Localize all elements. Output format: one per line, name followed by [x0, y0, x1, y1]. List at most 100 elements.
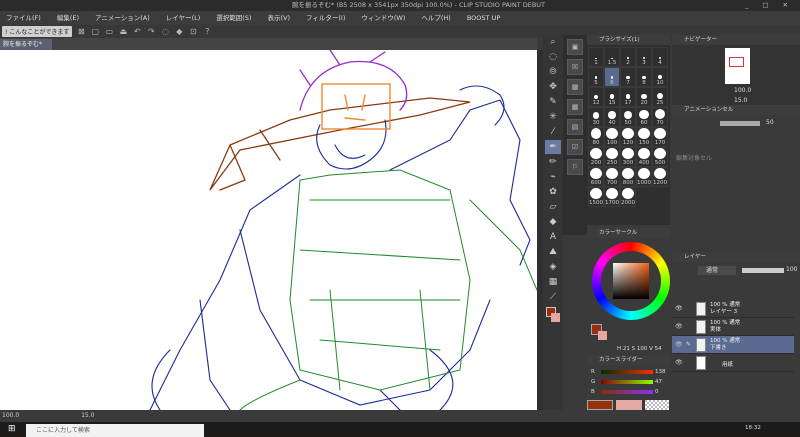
brush-size-option[interactable]: 150: [636, 127, 652, 147]
sub-color[interactable]: [598, 331, 607, 340]
main-color-chip[interactable]: [587, 400, 613, 410]
brush-size-option[interactable]: 25: [652, 87, 668, 107]
brush-size-option[interactable]: 2: [620, 47, 636, 67]
lasso-tool-icon[interactable]: ◌: [545, 50, 561, 64]
menu-boost-up[interactable]: BOOST UP: [467, 14, 500, 22]
menu-window[interactable]: ウィンドウ(W): [361, 14, 405, 22]
navigator-rotation[interactable]: 15.0: [734, 97, 747, 104]
subtool-icon[interactable]: ⚐: [567, 159, 583, 175]
brush-size-option[interactable]: 250: [604, 147, 620, 167]
sub-color-chip[interactable]: [616, 400, 642, 410]
eye-icon[interactable]: 👁: [675, 341, 683, 348]
navigator-zoom[interactable]: 100.0: [734, 87, 751, 94]
clip-studio-icon[interactable]: ⊠: [76, 27, 86, 36]
eraser-tool-icon[interactable]: ▱: [545, 200, 561, 214]
brush-size-option[interactable]: 15: [604, 87, 620, 107]
transparent-color-chip[interactable]: [645, 400, 669, 410]
blend-tool-icon[interactable]: ◆: [545, 215, 561, 229]
brush-size-option[interactable]: 700: [604, 167, 620, 187]
brush-size-option[interactable]: 600: [588, 167, 604, 187]
brush-size-option[interactable]: 3: [636, 47, 652, 67]
brush-size-option[interactable]: 500: [652, 147, 668, 167]
crop-icon[interactable]: ⊡: [188, 27, 198, 36]
brush-size-option[interactable]: 2000: [620, 187, 636, 207]
layer-row[interactable]: 👁 100 % 通常 レイヤー 3: [672, 300, 794, 318]
gradient-tool-icon[interactable]: ▦: [545, 275, 561, 289]
red-slider[interactable]: [601, 370, 653, 374]
brush-size-option[interactable]: 10: [652, 67, 668, 87]
brush-size-option[interactable]: 12: [588, 87, 604, 107]
line-tool-icon[interactable]: ⟋: [545, 290, 561, 304]
zoom-tool-icon[interactable]: ⌕: [545, 35, 561, 49]
hint-button[interactable]: ! こんなことができます: [2, 26, 73, 37]
menu-file[interactable]: ファイル(F): [6, 14, 41, 22]
status-zoom[interactable]: 100.0: [2, 412, 19, 419]
blue-value[interactable]: 0: [655, 387, 659, 397]
deselect-icon[interactable]: ◌: [160, 27, 170, 36]
magic-wand-icon[interactable]: ✳: [545, 110, 561, 124]
green-value[interactable]: 47: [655, 377, 662, 387]
fill-icon[interactable]: ◆: [174, 27, 184, 36]
redo-icon[interactable]: ↷: [146, 27, 156, 36]
brush-size-option[interactable]: 300: [620, 147, 636, 167]
brush-size-option[interactable]: 800: [620, 167, 636, 187]
brush-size-option[interactable]: 60: [636, 107, 652, 127]
tool-color-swatches[interactable]: [543, 305, 563, 327]
brush-size-option[interactable]: 1200: [652, 167, 668, 187]
brush-size-option[interactable]: 7: [620, 67, 636, 87]
brush-size-option[interactable]: 50: [620, 107, 636, 127]
windows-start-icon[interactable]: ⊞: [8, 424, 16, 434]
eye-icon[interactable]: 👁: [675, 323, 683, 330]
menu-edit[interactable]: 編集(E): [57, 14, 79, 22]
new-file-icon[interactable]: ▢: [90, 27, 100, 36]
help-icon[interactable]: ?: [202, 27, 212, 36]
window-controls[interactable]: _ □ ✕: [745, 0, 794, 11]
open-folder-icon[interactable]: ▭: [104, 27, 114, 36]
brush-size-option[interactable]: 170: [652, 127, 668, 147]
eyedropper-icon[interactable]: ⁄: [545, 125, 561, 139]
brush-size-option[interactable]: 4: [652, 47, 668, 67]
menu-animation[interactable]: アニメーション(A): [95, 14, 150, 22]
layer-row[interactable]: 👁 用紙: [672, 354, 794, 372]
taskbar-search[interactable]: ここに入力して検索: [26, 424, 204, 437]
subtool-icon[interactable]: ☑: [567, 139, 583, 155]
airbrush-tool-icon[interactable]: ✿: [545, 185, 561, 199]
brush-size-option[interactable]: 30: [588, 107, 604, 127]
drawing-canvas[interactable]: [0, 50, 537, 410]
brush-size-option[interactable]: 400: [636, 147, 652, 167]
figure-tool-icon[interactable]: ⛰: [545, 245, 561, 259]
brush-size-option[interactable]: 1: [588, 47, 604, 67]
eye-icon[interactable]: 👁: [675, 305, 683, 312]
subtool-icon[interactable]: ▦: [567, 79, 583, 95]
fill-tool-icon[interactable]: ◈: [545, 260, 561, 274]
save-icon[interactable]: ⏏: [118, 27, 128, 36]
menu-view[interactable]: 表示(V): [267, 14, 290, 22]
layer-row-selected[interactable]: 👁 ✎ 100 % 通常 下書き: [672, 336, 794, 354]
onion-opacity-value[interactable]: 50: [766, 119, 774, 126]
brush-size-option[interactable]: 1500: [588, 187, 604, 207]
pencil-tool-icon[interactable]: ✏: [545, 155, 561, 169]
layer-opacity-slider[interactable]: [742, 268, 784, 273]
saturation-value-square[interactable]: [613, 263, 649, 299]
subtool-icon[interactable]: ☒: [567, 59, 583, 75]
subtool-icon[interactable]: ▦: [567, 99, 583, 115]
subtool-icon[interactable]: ▣: [567, 39, 583, 55]
brush-size-option[interactable]: 80: [588, 127, 604, 147]
sub-color-swatch[interactable]: [551, 313, 560, 322]
blue-slider-row[interactable]: B0: [591, 387, 669, 397]
brush-size-option[interactable]: 1700: [604, 187, 620, 207]
subtool-icon[interactable]: ▤: [567, 119, 583, 135]
menu-filter[interactable]: フィルター(I): [306, 14, 345, 22]
menu-layer[interactable]: レイヤー(L): [166, 14, 201, 22]
brush-tool-icon[interactable]: ⌁: [545, 170, 561, 184]
menu-selection[interactable]: 選択範囲(S): [216, 14, 251, 22]
brush-size-option[interactable]: 120: [620, 127, 636, 147]
brush-size-option[interactable]: 100: [604, 127, 620, 147]
brush-size-option[interactable]: 1.5: [604, 47, 620, 67]
layer-opacity-value[interactable]: 100: [786, 266, 797, 273]
layer-row[interactable]: 👁 100 % 通常 実体: [672, 318, 794, 336]
text-tool-icon[interactable]: A: [545, 230, 561, 244]
brush-size-option[interactable]: 20: [636, 87, 652, 107]
blue-slider[interactable]: [601, 390, 653, 394]
navigator-preview[interactable]: [725, 48, 750, 84]
